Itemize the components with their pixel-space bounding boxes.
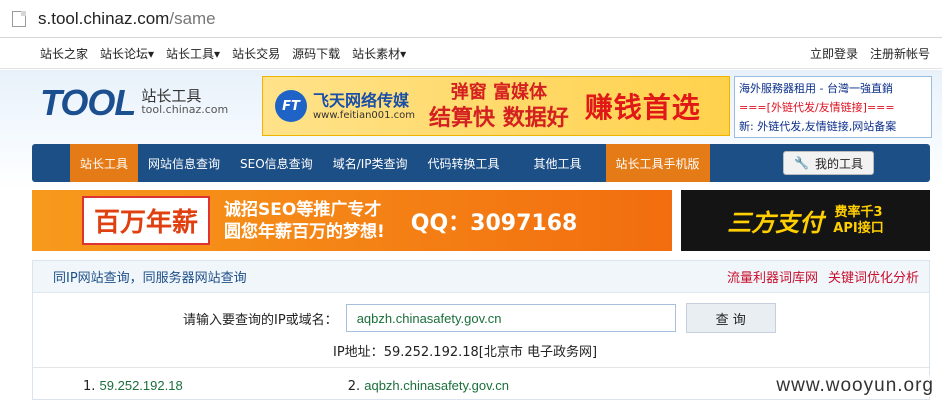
- side-link-2[interactable]: ===[外链代发/友情链接]===: [739, 98, 927, 117]
- ad-line1: 弹窗 富媒体: [450, 82, 548, 103]
- ip-address-line: IP地址：59.252.192.18[北京市 电子政务网]: [333, 341, 597, 360]
- ad-line2: 结算快 数据好: [429, 106, 569, 131]
- ad-salary-box: 百万年薪: [82, 196, 211, 245]
- ad-brand: 飞天网络传媒: [313, 90, 410, 110]
- side-link-3[interactable]: 新: 外链代发,友情链接,网站备案: [739, 117, 927, 136]
- nav-seo-info[interactable]: SEO信息查询: [230, 144, 323, 182]
- login-link[interactable]: 立即登录: [810, 45, 858, 62]
- list-item: 1. 59.252.192.18: [83, 378, 183, 394]
- topnav-item[interactable]: 站长之家: [40, 45, 88, 62]
- result-link[interactable]: aqbzh.chinasafety.gov.cn: [364, 378, 509, 393]
- ip-label: IP地址：: [333, 345, 384, 360]
- my-tools-label: 我的工具: [814, 156, 863, 171]
- ad-pay-brand: 三方支付: [727, 209, 824, 237]
- logo-cn: 站长工具: [141, 87, 202, 105]
- ad-site: www.feitian001.com: [313, 109, 416, 121]
- nav-site-info[interactable]: 网站信息查询: [138, 144, 230, 182]
- nav-other-tools[interactable]: 其他工具: [510, 144, 606, 182]
- site-logo[interactable]: TOOL 站长工具 tool.chinaz.com: [40, 82, 228, 124]
- watermark: www.wooyun.org: [776, 375, 934, 397]
- nav-tools[interactable]: 站长工具: [70, 144, 139, 182]
- ft-logo-icon: FT: [275, 90, 307, 122]
- topnav-item[interactable]: 站长素材▾: [352, 45, 406, 62]
- panel-link-2[interactable]: 关键词优化分析: [828, 267, 919, 286]
- url-text[interactable]: s.tool.chinaz.com/same: [38, 9, 216, 29]
- side-link-1[interactable]: 海外服務器租用 - 台灣一強直銷: [739, 79, 927, 98]
- ad-salary-qq: QQ：3097168: [410, 210, 578, 236]
- ad-salary-line2: 圆您年薪百万的梦想!: [224, 221, 385, 242]
- register-link[interactable]: 注册新帐号: [870, 45, 930, 62]
- page-icon: [12, 10, 26, 27]
- ad-salary-banner[interactable]: 百万年薪 诚招SEO等推广专才 圆您年薪百万的梦想! QQ：3097168: [32, 190, 672, 251]
- nav-mobile[interactable]: 站长工具手机版: [605, 144, 710, 182]
- main-nav: 站长工具 网站信息查询 SEO信息查询 域名/IP类查询 代码转换工具 其他工具…: [32, 144, 930, 182]
- nav-code-convert[interactable]: 代码转换工具: [418, 144, 510, 182]
- ad-slogan: 赚钱首选: [584, 91, 701, 124]
- logo-en: tool.chinaz.com: [141, 103, 229, 116]
- topnav-item[interactable]: 源码下载: [292, 45, 340, 62]
- top-nav: 站长之家 站长论坛▾ 站长工具▾ 站长交易 源码下载 站长素材▾ 立即登录 注册…: [0, 38, 942, 69]
- ad-pay-line2: API接口: [833, 220, 884, 236]
- list-item: 2. aqbzh.chinasafety.gov.cn: [347, 378, 510, 394]
- result-link[interactable]: 59.252.192.18: [100, 378, 183, 393]
- query-label: 请输入要查询的IP或域名：: [183, 312, 338, 328]
- address-bar[interactable]: s.tool.chinaz.com/same: [0, 0, 942, 38]
- wrench-icon: 🔧: [794, 156, 809, 170]
- ip-value: 59.252.192.18[北京市 电子政务网]: [383, 345, 598, 360]
- ad-pay-banner[interactable]: 三方支付 费率千3 API接口: [681, 190, 930, 251]
- logo-text: TOOL: [40, 82, 136, 123]
- side-info-box: 海外服務器租用 - 台灣一強直銷 ===[外链代发/友情链接]=== 新: 外链…: [734, 76, 932, 138]
- topnav-item[interactable]: 站长工具▾: [166, 45, 220, 62]
- panel-link-1[interactable]: 流量利器词库网: [727, 267, 818, 286]
- my-tools-button[interactable]: 🔧 我的工具: [783, 151, 874, 175]
- ad-salary-line1: 诚招SEO等推广专才: [224, 199, 382, 220]
- topnav-item[interactable]: 站长交易: [232, 45, 280, 62]
- query-input[interactable]: aqbzh.chinasafety.gov.cn: [345, 304, 676, 332]
- nav-domain-ip[interactable]: 域名/IP类查询: [323, 144, 418, 182]
- panel-title[interactable]: 同IP网站查询，同服务器网站查询: [53, 267, 247, 286]
- ad-pay-line1: 费率千3: [834, 204, 883, 220]
- topnav-item[interactable]: 站长论坛▾: [100, 45, 154, 62]
- query-button[interactable]: 查 询: [685, 303, 776, 333]
- ad-feitian-banner[interactable]: FT 飞天网络传媒 www.feitian001.com 弹窗 富媒体 结算快 …: [262, 76, 730, 136]
